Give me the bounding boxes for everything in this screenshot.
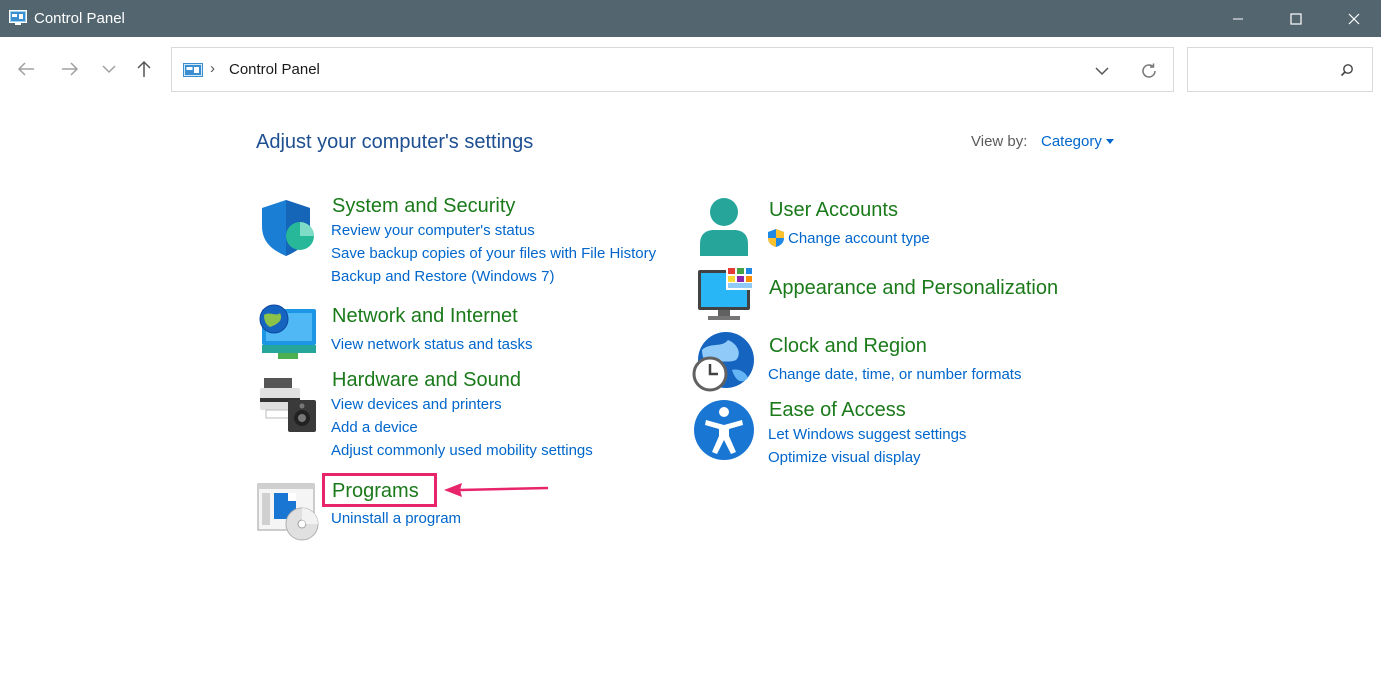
search-icon[interactable] [1338,61,1356,79]
hardware-sound-link[interactable]: Hardware and Sound [332,369,521,392]
network-internet-link[interactable]: Network and Internet [332,305,518,328]
monitor-palette-icon[interactable] [694,264,758,328]
ease-of-access-link[interactable]: Ease of Access [769,399,906,422]
user-icon[interactable] [692,194,756,258]
page-title: Adjust your computer's settings [256,131,534,153]
chevron-down-icon [102,65,116,74]
suggest-settings-link[interactable]: Let Windows suggest settings [768,426,966,443]
uac-shield-icon [766,228,786,248]
accessibility-icon[interactable] [692,398,756,462]
maximize-button[interactable] [1273,0,1319,37]
refresh-button[interactable] [1137,60,1161,82]
user-accounts-link[interactable]: User Accounts [769,199,898,222]
backup-restore-link[interactable]: Backup and Restore (Windows 7) [331,268,554,285]
change-account-type-link[interactable]: Change account type [788,230,930,247]
close-button[interactable] [1331,0,1377,37]
devices-printers-link[interactable]: View devices and printers [331,396,502,413]
date-time-formats-link[interactable]: Change date, time, or number formats [768,366,1021,383]
arrow-right-icon [62,62,79,76]
refresh-icon [1142,63,1156,78]
chevron-down-icon [1095,67,1109,76]
search-box[interactable] [1187,47,1373,92]
system-security-link[interactable]: System and Security [332,195,515,218]
annotation-arrow-icon [444,483,549,497]
caret-down-icon[interactable] [1106,139,1114,144]
maximize-icon [1290,12,1302,25]
window-title: Control Panel [34,10,125,27]
arrow-left-icon [17,62,34,76]
printer-speaker-icon[interactable] [256,370,320,434]
mobility-settings-link[interactable]: Adjust commonly used mobility settings [331,442,593,459]
optimize-display-link[interactable]: Optimize visual display [768,449,921,466]
search-input[interactable] [1194,58,1334,82]
view-by-dropdown[interactable]: Category [1041,133,1102,150]
up-button[interactable] [127,52,161,86]
address-dropdown-button[interactable] [1090,60,1114,82]
back-button[interactable] [9,52,43,86]
recent-locations-button[interactable] [92,52,126,86]
breadcrumb-chevron-icon: › [210,60,215,77]
view-by-label: View by: [971,133,1028,150]
minimize-icon [1233,18,1243,19]
file-history-link[interactable]: Save backup copies of your files with Fi… [331,245,656,262]
uninstall-program-link[interactable]: Uninstall a program [331,510,461,527]
control-panel-icon [183,63,203,78]
clock-region-link[interactable]: Clock and Region [769,335,927,358]
shield-icon[interactable] [256,196,320,260]
close-icon [1348,13,1360,24]
programs-highlight-box [322,473,437,507]
add-device-link[interactable]: Add a device [331,419,418,436]
title-bar: Control Panel [0,0,1381,37]
arrow-up-icon [137,60,151,77]
programs-disc-icon[interactable] [256,478,320,542]
review-status-link[interactable]: Review your computer's status [331,222,535,239]
globe-clock-icon[interactable] [692,330,756,394]
address-bar[interactable]: › Control Panel [171,47,1174,92]
network-status-link[interactable]: View network status and tasks [331,336,533,353]
control-panel-icon [9,10,27,26]
network-globe-icon[interactable] [256,301,320,365]
breadcrumb-control-panel[interactable]: Control Panel [229,61,320,78]
minimize-button[interactable] [1215,0,1261,37]
appearance-personalization-link[interactable]: Appearance and Personalization [769,277,1058,300]
forward-button[interactable] [53,52,87,86]
